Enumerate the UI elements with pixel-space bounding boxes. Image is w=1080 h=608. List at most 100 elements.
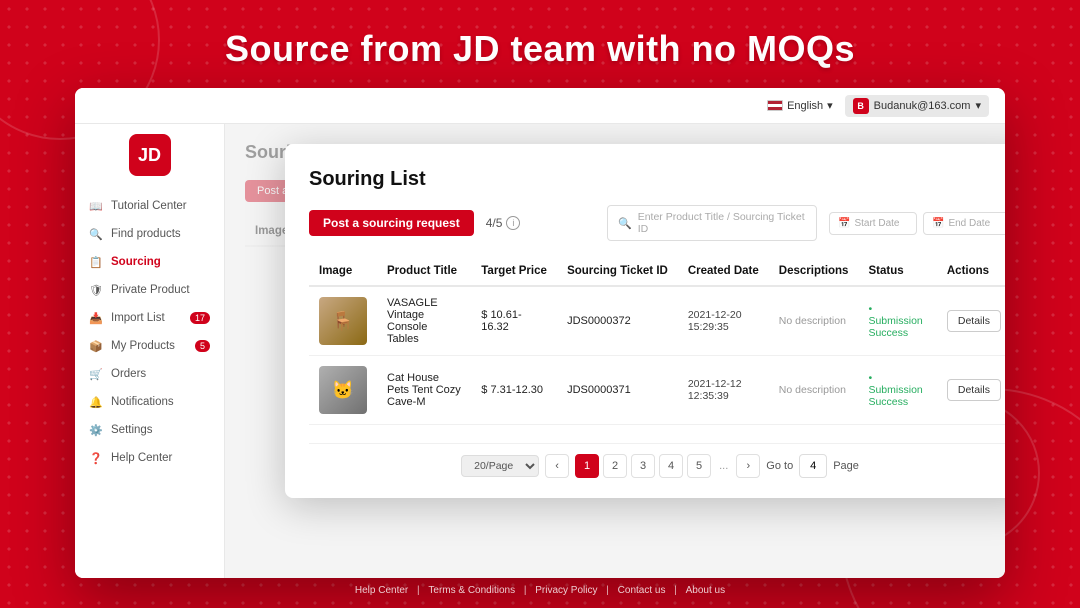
sidebar-label-private-product: Private Product [111,284,190,296]
target-price: $ 7.31-12.30 [481,384,543,396]
sidebar-item-find-products[interactable]: 🔍 Find products [75,220,224,248]
sidebar-item-settings[interactable]: ⚙️ Settings [75,416,224,444]
cell-action: Details [937,356,1005,425]
cell-status: • Submission Success [858,286,936,356]
sidebar-label-orders: Orders [111,368,146,380]
cell-image: 🪑 [309,286,377,356]
main-layout: JD 📖 Tutorial Center 🔍 Find products 📋 S… [75,124,1005,578]
sidebar-logo: JD [129,134,171,176]
footer: Help Center | Terms & Conditions | Priva… [0,585,1080,596]
language-label: English [787,100,823,112]
user-avatar: B [853,98,869,114]
created-time: 12:35:39 [688,390,759,402]
product-title: Cat House Pets Tent Cozy Cave-M [387,372,461,408]
count-badge: 4/5 i [486,216,521,230]
user-menu[interactable]: B Budanuk@163.com ▾ [845,95,989,117]
footer-link-contact-us[interactable]: Contact us [618,585,666,596]
sidebar-label-import-list: Import List [111,312,165,324]
sidebar-item-private-product[interactable]: 🛡 Private Product [75,276,224,304]
prev-page-button[interactable]: ‹ [545,454,569,478]
cell-status: • Submission Success [858,356,936,425]
sidebar-label-settings: Settings [111,424,153,436]
page-number-5[interactable]: 5 [687,454,711,478]
sidebar-item-my-products[interactable]: 📦 My Products 5 [75,332,224,360]
footer-link-terms-&-conditions[interactable]: Terms & Conditions [428,585,515,596]
browser-card: English ▾ B Budanuk@163.com ▾ JD 📖 Tutor… [75,88,1005,578]
sidebar-icon-settings: ⚙️ [89,423,103,437]
sidebar-label-notifications: Notifications [111,396,174,408]
description: No description [779,384,846,396]
sidebar-item-tutorial[interactable]: 📖 Tutorial Center [75,192,224,220]
product-title: VASAGLE Vintage Console Tables [387,297,461,345]
post-sourcing-button[interactable]: Post a sourcing request [309,210,474,236]
next-page-button[interactable]: › [736,454,760,478]
count-label: 4/5 [486,216,503,230]
details-button[interactable]: Details [947,310,1001,332]
col-product-title: Product Title [377,257,471,286]
col-actions: Actions [937,257,1005,286]
sidebar-item-import-list[interactable]: 📥 Import List 17 [75,304,224,332]
cell-image: 🐱 [309,356,377,425]
table-row: 🪑 VASAGLE Vintage Console Tables $ 10.61… [309,286,1005,356]
flag-icon [767,100,783,111]
col-descriptions: Descriptions [769,257,859,286]
description: No description [779,315,846,327]
cell-ticket: JDS0000372 [557,286,678,356]
sidebar-item-orders[interactable]: 🛒 Orders [75,360,224,388]
ticket-id: JDS0000371 [567,384,631,396]
status-label: • Submission Success [868,372,922,408]
created-date: 2021-12-12 [688,378,759,390]
badge-import-list: 17 [190,312,210,324]
page-label: Page [833,460,859,472]
start-date-placeholder: Start Date [854,218,899,229]
sidebar-nav: 📖 Tutorial Center 🔍 Find products 📋 Sour… [75,192,224,472]
page-number-4[interactable]: 4 [659,454,683,478]
lang-chevron-icon: ▾ [827,99,833,112]
goto-input[interactable] [799,454,827,478]
product-img-container: 🪑 [319,297,367,345]
page-number-3[interactable]: 3 [631,454,655,478]
sidebar-label-help-center: Help Center [111,452,172,464]
sidebar-item-notifications[interactable]: 🔔 Notifications [75,388,224,416]
footer-link-privacy-policy[interactable]: Privacy Policy [535,585,597,596]
sidebar-icon-orders: 🛒 [89,367,103,381]
sidebar-label-my-products: My Products [111,340,175,352]
product-image-cat: 🐱 [319,366,367,414]
sidebar-item-help-center[interactable]: ❓ Help Center [75,444,224,472]
data-table: ImageProduct TitleTarget PriceSourcing T… [309,257,1005,425]
sidebar-label-sourcing: Sourcing [111,256,161,268]
col-created-date: Created Date [678,257,769,286]
search-box[interactable]: 🔍 Enter Product Title / Sourcing Ticket … [607,205,817,241]
col-target-price: Target Price [471,257,557,286]
status-label: • Submission Success [868,303,922,339]
page-number-2[interactable]: 2 [603,454,627,478]
footer-link-help-center[interactable]: Help Center [355,585,408,596]
start-date-field[interactable]: 📅 Start Date [829,212,917,235]
page-number-1[interactable]: 1 [575,454,599,478]
info-icon[interactable]: i [506,216,520,230]
sidebar-item-sourcing[interactable]: 📋 Sourcing [75,248,224,276]
end-date-placeholder: End Date [948,218,990,229]
cell-price: $ 10.61-16.32 [471,286,557,356]
cell-ticket: JDS0000371 [557,356,678,425]
sidebar-icon-my-products: 📦 [89,339,103,353]
page-size-select[interactable]: 20/Page 50/Page [461,455,539,477]
ticket-id: JDS0000372 [567,315,631,327]
modal-card: Souring List Post a sourcing request 4/5… [285,144,1005,498]
pagination: 20/Page 50/Page ‹ 12345 ... › Go to Page [309,443,1005,478]
details-button[interactable]: Details [947,379,1001,401]
sidebar-icon-sourcing: 📋 [89,255,103,269]
end-date-field[interactable]: 📅 End Date [923,212,1005,235]
search-icon: 🔍 [618,217,632,230]
language-selector[interactable]: English ▾ [767,99,833,112]
user-label: Budanuk@163.com [874,100,971,112]
page-buttons: 12345 [575,454,711,478]
col-image: Image [309,257,377,286]
topbar: English ▾ B Budanuk@163.com ▾ [75,88,1005,124]
sidebar-label-tutorial: Tutorial Center [111,200,187,212]
cell-date: 2021-12-20 15:29:35 [678,286,769,356]
sidebar-label-find-products: Find products [111,228,181,240]
footer-link-about-us[interactable]: About us [686,585,725,596]
cal-start-icon: 📅 [838,218,850,229]
created-time: 15:29:35 [688,321,759,333]
